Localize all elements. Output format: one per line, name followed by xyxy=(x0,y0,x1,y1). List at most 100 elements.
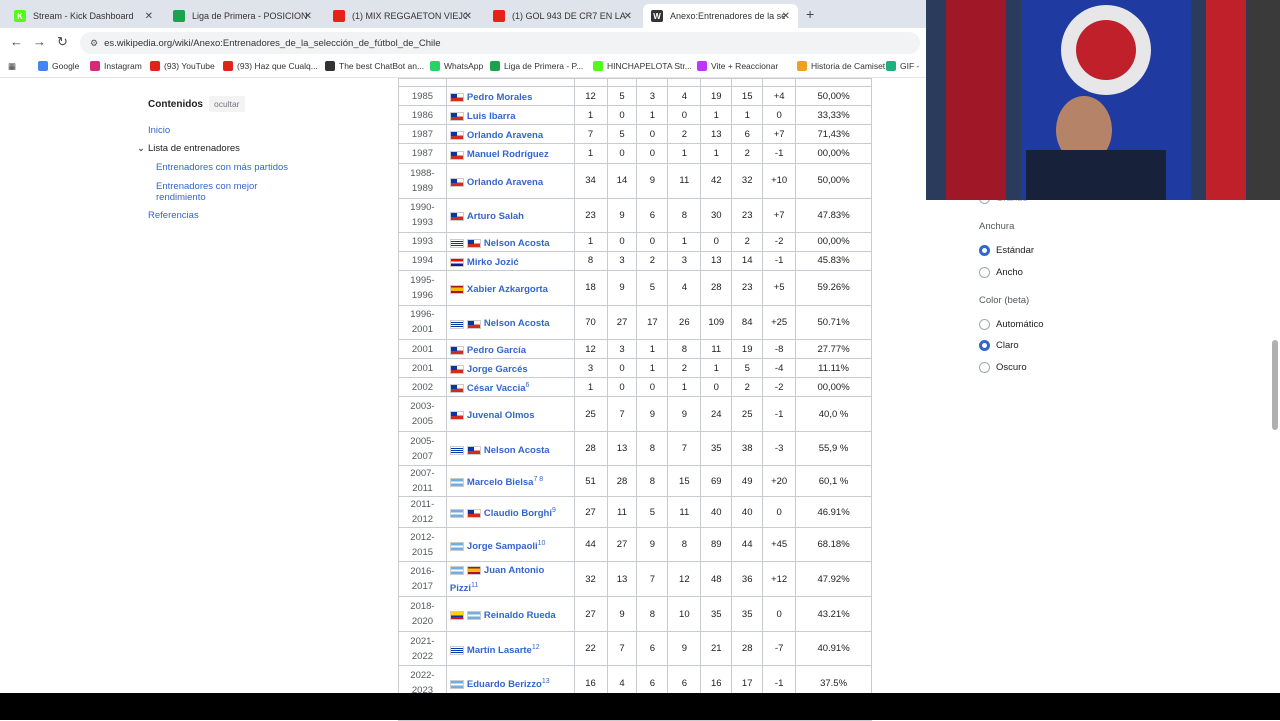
toc-item-lista[interactable]: Lista de entrenadores xyxy=(148,143,240,154)
site-info-icon[interactable]: ⚙ xyxy=(90,38,98,49)
bookmark-icon xyxy=(38,61,48,71)
tab-2[interactable]: (1) MIX REGGAETON VIEJO ✕ xyxy=(325,4,480,28)
address-bar[interactable]: ⚙ es.wikipedia.org/wiki/Anexo:Entrenador… xyxy=(80,32,920,54)
reference-sup[interactable]: 9 xyxy=(552,507,556,514)
toc-expand-icon[interactable]: ⌄ xyxy=(137,143,145,154)
stat-cell: 1 xyxy=(667,231,702,252)
coach-link[interactable]: Nelson Acosta xyxy=(484,445,550,456)
radio-estandar[interactable]: Estándar xyxy=(979,245,1034,256)
radio-automatico[interactable]: Automático xyxy=(979,319,1044,330)
bookmarks-bar: ▦ Google Instagram (93) YouTube (93) Haz qu… xyxy=(0,56,926,78)
coach-link[interactable]: Manuel Rodríguez xyxy=(467,150,549,161)
tab-close-icon[interactable]: ✕ xyxy=(624,11,632,22)
flag-arg-icon xyxy=(449,680,464,690)
stat-cell: 13 xyxy=(606,561,638,598)
stat-cell: 44 xyxy=(731,527,764,563)
coach-link[interactable]: Juvenal Olmos xyxy=(467,410,535,421)
stat-cell: 3 xyxy=(573,358,608,379)
bookmark-5[interactable]: WhatsApp xyxy=(430,61,483,71)
tab-close-icon[interactable]: ✕ xyxy=(782,11,790,22)
coach-link[interactable]: Orlando Aravena xyxy=(467,130,543,141)
coach-link[interactable]: Jorge Garcés xyxy=(467,364,528,375)
table-row: 2001 Pedro García 12 3 1 8 11 19 -8 27.77% xyxy=(398,338,872,360)
coach-link[interactable]: Xabier Azkargorta xyxy=(467,284,548,295)
coach-link[interactable]: Nelson Acosta xyxy=(484,238,550,249)
bookmark-icon xyxy=(797,61,807,71)
bookmark-label: HINCHAPELOTA Str... xyxy=(607,61,692,71)
reference-sup[interactable]: 7 8 xyxy=(533,476,543,483)
stat-cell: 34 xyxy=(573,162,608,199)
bookmark-4[interactable]: The best ChatBot an... xyxy=(325,61,424,71)
bookmark-3[interactable]: (93) Haz que Cualq... xyxy=(223,61,318,71)
coach-link[interactable]: César Vaccia xyxy=(467,383,526,394)
toc-item-mas-partidos[interactable]: Entrenadores con más partidos xyxy=(156,162,288,173)
tab-close-icon[interactable]: ✕ xyxy=(464,11,472,22)
stat-cell: 9 xyxy=(606,197,638,233)
bookmark-10[interactable]: GIF - xyxy=(886,61,919,71)
coach-link[interactable]: Nelson Acosta xyxy=(484,319,550,330)
bookmark-7[interactable]: HINCHAPELOTA Str... xyxy=(593,61,692,71)
forward-icon[interactable]: → xyxy=(33,34,46,49)
coach-link[interactable]: Eduardo Berizzo xyxy=(467,679,542,690)
tab-close-icon[interactable]: ✕ xyxy=(145,11,153,22)
page-scrollbar[interactable] xyxy=(1272,340,1278,430)
toc-item-referencias[interactable]: Referencias xyxy=(148,210,199,221)
period-cell: 2003- 2005 xyxy=(398,396,447,433)
radio-ancho[interactable]: Ancho xyxy=(979,267,1023,278)
reference-sup[interactable]: 11 xyxy=(471,582,478,589)
reload-icon[interactable]: ↻ xyxy=(57,34,68,50)
bookmark-0[interactable]: Google xyxy=(38,61,79,71)
coach-link[interactable]: Pedro Morales xyxy=(467,92,532,103)
reference-sup[interactable]: 10 xyxy=(538,540,546,547)
apps-grid-icon[interactable]: ▦ xyxy=(8,61,16,72)
coach-link[interactable]: Mirko Jozić xyxy=(467,257,519,268)
tab-close-icon[interactable]: ✕ xyxy=(304,11,312,22)
bookmark-6[interactable]: Liga de Primera - P... xyxy=(490,61,583,71)
stat-cell: 49 xyxy=(731,465,764,498)
bookmark-9[interactable]: Historia de Camiset... xyxy=(797,61,892,71)
radio-claro[interactable]: Claro xyxy=(979,340,1019,351)
back-icon[interactable]: ← xyxy=(10,34,23,49)
stat-cell: 9 xyxy=(606,269,638,306)
stat-cell: 0 xyxy=(762,105,797,126)
reference-sup[interactable]: 12 xyxy=(532,644,540,651)
stat-cell: 1 xyxy=(573,143,608,164)
coach-link[interactable]: Reinaldo Rueda xyxy=(484,610,556,621)
coach-link[interactable]: Luis Ibarra xyxy=(467,111,516,122)
bookmark-2[interactable]: (93) YouTube xyxy=(150,61,215,71)
reference-sup[interactable]: 13 xyxy=(542,678,550,685)
reference-sup[interactable]: 6 xyxy=(526,382,530,389)
coach-link[interactable]: Juan Antonio Pizzi xyxy=(450,565,544,594)
coach-link[interactable]: Arturo Salah xyxy=(467,211,524,222)
table-row: 1994 Mirko Jozić 8 3 2 3 13 14 -1 45.83% xyxy=(398,250,872,271)
stat-cell: 43.21% xyxy=(795,596,872,633)
radio-unchecked-icon xyxy=(979,319,990,330)
coach-link[interactable]: Pedro García xyxy=(467,345,526,356)
stat-cell: -1 xyxy=(762,143,797,164)
tab-0[interactable]: K Stream - Kick Dashboard ✕ xyxy=(6,4,161,28)
stat-cell: 4 xyxy=(667,269,702,306)
stat-cell: 48 xyxy=(700,561,733,598)
stat-cell: 28 xyxy=(700,269,733,306)
tab-3[interactable]: (1) GOL 943 DE CR7 EN LA AG✕ xyxy=(485,4,640,28)
flag-chile-icon xyxy=(466,445,481,455)
period-cell: 2001 xyxy=(398,338,447,360)
tab-4[interactable]: W Anexo:Entrenadores de la selec ✕ xyxy=(643,4,798,28)
toc-item-mejor-rendimiento[interactable]: Entrenadores con mejor rendimiento xyxy=(156,181,276,203)
new-tab-button[interactable]: + xyxy=(806,6,814,22)
stat-cell: 0 xyxy=(606,231,638,252)
stat-cell: 8 xyxy=(573,250,608,271)
coach-link[interactable]: Marcelo Bielsa xyxy=(467,477,534,488)
radio-oscuro[interactable]: Oscuro xyxy=(979,362,1027,373)
flag-chile-icon xyxy=(449,112,464,122)
toc-hide-button[interactable]: ocultar xyxy=(209,96,245,112)
coach-link[interactable]: Orlando Aravena xyxy=(467,177,543,188)
coach-link[interactable]: Martín Lasarte xyxy=(467,645,532,656)
period-cell: 2001 xyxy=(398,358,447,379)
bookmark-8[interactable]: Vite + Reaccionar xyxy=(697,61,778,71)
coach-link[interactable]: Jorge Sampaoli xyxy=(467,541,538,552)
bookmark-1[interactable]: Instagram xyxy=(90,61,142,71)
tab-1[interactable]: Liga de Primera - POSICIONES ✕ xyxy=(165,4,320,28)
coach-link[interactable]: Claudio Borghi xyxy=(484,508,552,519)
toc-item-inicio[interactable]: Inicio xyxy=(148,125,170,136)
